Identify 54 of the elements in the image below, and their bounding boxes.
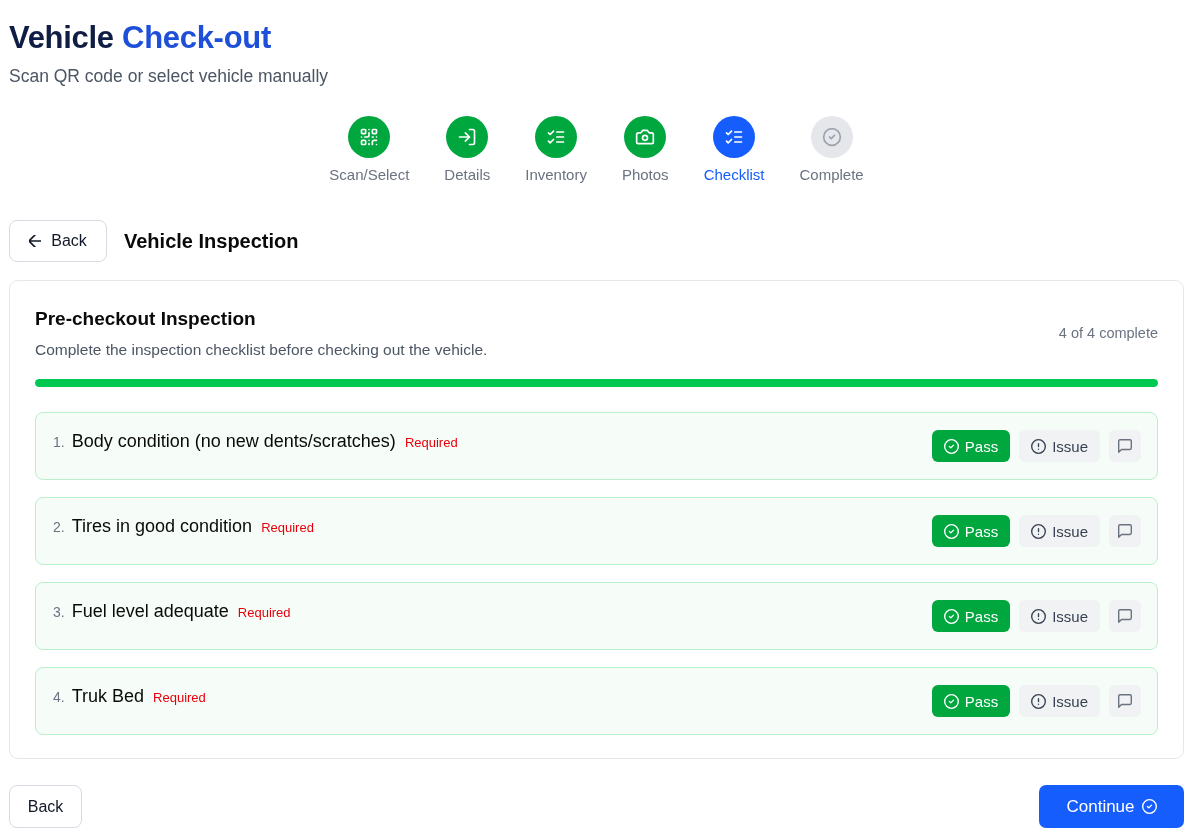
step-label: Complete [799,165,864,185]
required-label: Required [237,605,291,620]
progress-count: 4 of 4 complete [1058,325,1158,341]
item-number: 3. [53,604,65,620]
comment-button[interactable] [1109,600,1141,632]
comment-button[interactable] [1109,685,1141,717]
required-label: Required [404,435,458,450]
item-number: 2. [53,519,65,535]
checklist-icon[interactable] [535,116,578,158]
item-label: Fuel level adequate [71,600,229,623]
required-label: Required [261,520,314,535]
step-label: Details [444,165,491,185]
alert-circle-icon [1031,693,1047,709]
speech-bubble-icon [1118,439,1132,453]
item-label: Body condition (no new dents/scratches) [71,430,396,453]
check-circle-icon [943,608,959,624]
item-number: 1. [53,434,65,450]
continue-button[interactable]: Continue [1039,785,1184,828]
issue-button[interactable]: Issue [1019,685,1100,717]
card-title: Pre-checkout Inspection [35,307,257,331]
page-subtitle: Scan QR code or select vehicle manually [9,65,330,88]
alert-circle-icon [1031,608,1047,624]
step-label: Photos [621,165,669,185]
speech-bubble-icon [1118,524,1132,538]
alert-circle-icon [1031,438,1047,454]
step-label: Inventory [525,165,587,185]
step-label: Scan/Select [329,165,410,185]
required-label: Required [153,690,206,705]
check-circle-icon [943,693,959,709]
qr-code-icon[interactable] [348,116,391,158]
check-circle-icon[interactable] [810,116,853,158]
arrow-left-icon [29,235,42,247]
item-label: Tires in good condition [71,515,253,538]
back-button[interactable]: Back [9,220,107,262]
card-description: Complete the inspection checklist before checking out the vehicle. [35,340,488,360]
checklist-icon[interactable] [713,116,756,158]
issue-button[interactable]: Issue [1019,430,1100,462]
check-circle-icon [943,523,959,539]
back-button[interactable]: Back [9,785,82,828]
item-number: 4. [53,689,65,705]
issue-button[interactable]: Issue [1019,515,1100,547]
check-circle-icon [1141,799,1157,814]
comment-button[interactable] [1109,515,1141,547]
item-label: Truk Bed [71,685,145,708]
issue-button[interactable]: Issue [1019,600,1100,632]
speech-bubble-icon [1118,609,1132,623]
alert-circle-icon [1031,523,1047,539]
speech-bubble-icon [1118,694,1132,708]
page-title: Vehicle Check-out [9,20,272,56]
step-label: Checklist [703,165,765,185]
camera-icon[interactable] [624,116,667,158]
section-title: Vehicle Inspection [124,229,299,253]
check-circle-icon [943,438,959,454]
comment-button[interactable] [1109,430,1141,462]
